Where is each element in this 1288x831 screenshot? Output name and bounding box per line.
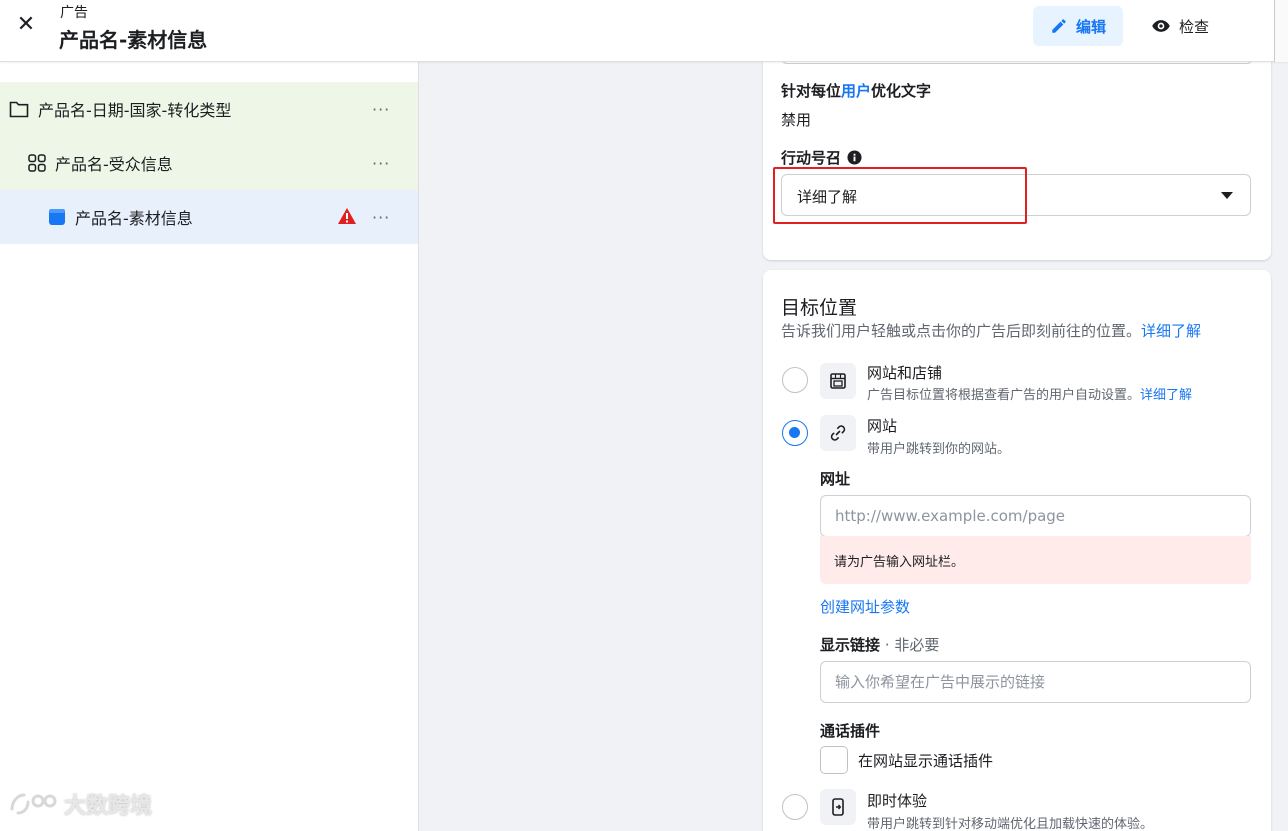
option-title: 即时体验 — [867, 792, 928, 810]
creative-card: 针对每位用户优化文字 禁用 行动号召 详细了解 — [763, 48, 1271, 260]
url-label: 网址 — [820, 470, 851, 488]
call-extension-label: 通话插件 — [820, 722, 881, 740]
destination-description: 告诉我们用户轻触或点击你的广告后即刻前往的位置。详细了解 — [781, 322, 1202, 340]
option-description: 带用户跳转到你的网站。 — [867, 442, 1011, 457]
storefront-icon — [830, 373, 846, 389]
eye-icon — [1152, 20, 1170, 32]
option-description: 带用户跳转到针对移动端优化且加载快速的体验。 — [867, 817, 1154, 831]
option-title: 网站和店铺 — [867, 364, 943, 382]
tree-item-ad[interactable]: 产品名-素材信息 ··· — [0, 190, 418, 244]
destination-title: 目标位置 — [781, 297, 858, 319]
warning-icon — [338, 208, 356, 224]
more-options-icon[interactable]: ··· — [372, 100, 390, 119]
instant-experience-icon — [832, 798, 844, 816]
link-icon — [830, 425, 846, 441]
close-button[interactable]: ✕ — [14, 12, 38, 38]
option-title: 网站 — [867, 417, 898, 435]
header-subtitle: 广告 — [60, 5, 88, 21]
ad-icon — [49, 209, 65, 225]
optimize-text-value: 禁用 — [781, 111, 812, 129]
cta-select-value: 详细了解 — [797, 188, 858, 206]
close-icon: ✕ — [16, 12, 36, 37]
folder-icon — [9, 101, 29, 118]
radio-instant-experience[interactable] — [782, 794, 808, 820]
tree-item-campaign[interactable]: 产品名-日期-国家-转化类型 ··· — [0, 82, 418, 136]
tree-item-label: 产品名-素材信息 — [75, 209, 193, 228]
option-description: 广告目标位置将根据查看广告的用户自动设置。详细了解 — [867, 388, 1193, 403]
link-icon-box — [820, 415, 856, 451]
scrollbar[interactable] — [1274, 0, 1288, 62]
radio-website[interactable] — [782, 420, 808, 446]
review-label: 检查 — [1178, 17, 1209, 36]
watermark-logo-icon — [10, 793, 57, 815]
watermark: 大数跨境 — [8, 788, 152, 820]
grid-icon — [28, 154, 46, 172]
more-options-icon[interactable]: ··· — [372, 154, 390, 173]
more-options-icon[interactable]: ··· — [372, 208, 390, 227]
optimize-text-label: 针对每位用户优化文字 — [781, 82, 932, 100]
instant-experience-icon-box — [820, 789, 856, 825]
option-learn-more-link[interactable]: 详细了解 — [1140, 388, 1192, 403]
storefront-icon-box — [820, 363, 856, 399]
display-link-input[interactable] — [820, 661, 1251, 703]
info-icon[interactable] — [847, 150, 862, 165]
watermark-text: 大数跨境 — [64, 794, 153, 819]
page-title: 产品名-素材信息 — [59, 28, 208, 52]
header: ✕ 广告 产品名-素材信息 编辑 检查 — [0, 0, 1288, 62]
optimize-text-link[interactable]: 用户 — [841, 82, 871, 100]
review-button[interactable]: 检查 — [1137, 6, 1223, 46]
caret-down-icon — [1221, 192, 1233, 199]
tree-item-label: 产品名-日期-国家-转化类型 — [38, 101, 232, 120]
edit-label: 编辑 — [1075, 17, 1106, 36]
learn-more-link[interactable]: 详细了解 — [1141, 322, 1201, 340]
url-input[interactable] — [820, 495, 1251, 537]
call-extension-checkbox-label: 在网站显示通话插件 — [858, 752, 994, 770]
call-extension-checkbox[interactable] — [820, 746, 848, 774]
display-link-label: 显示链接 · 非必要 — [820, 636, 940, 654]
ad-structure-tree: 产品名-日期-国家-转化类型 ··· 产品名-受众信息 ··· 产品名-素材信息… — [0, 62, 419, 831]
tree-item-adset[interactable]: 产品名-受众信息 ··· — [0, 136, 418, 190]
cta-label: 行动号召 — [781, 147, 862, 168]
cta-select[interactable]: 详细了解 — [781, 174, 1251, 216]
url-error-message: 请为广告输入网址栏。 — [820, 536, 1251, 584]
radio-website-and-shop[interactable] — [782, 367, 808, 393]
edit-button[interactable]: 编辑 — [1033, 6, 1123, 46]
pencil-icon — [1052, 19, 1066, 33]
build-url-params-link[interactable]: 创建网址参数 — [820, 596, 910, 617]
destination-card: 目标位置 告诉我们用户轻触或点击你的广告后即刻前往的位置。详细了解 网站和店铺 … — [763, 270, 1271, 831]
tree-item-label: 产品名-受众信息 — [55, 155, 173, 174]
